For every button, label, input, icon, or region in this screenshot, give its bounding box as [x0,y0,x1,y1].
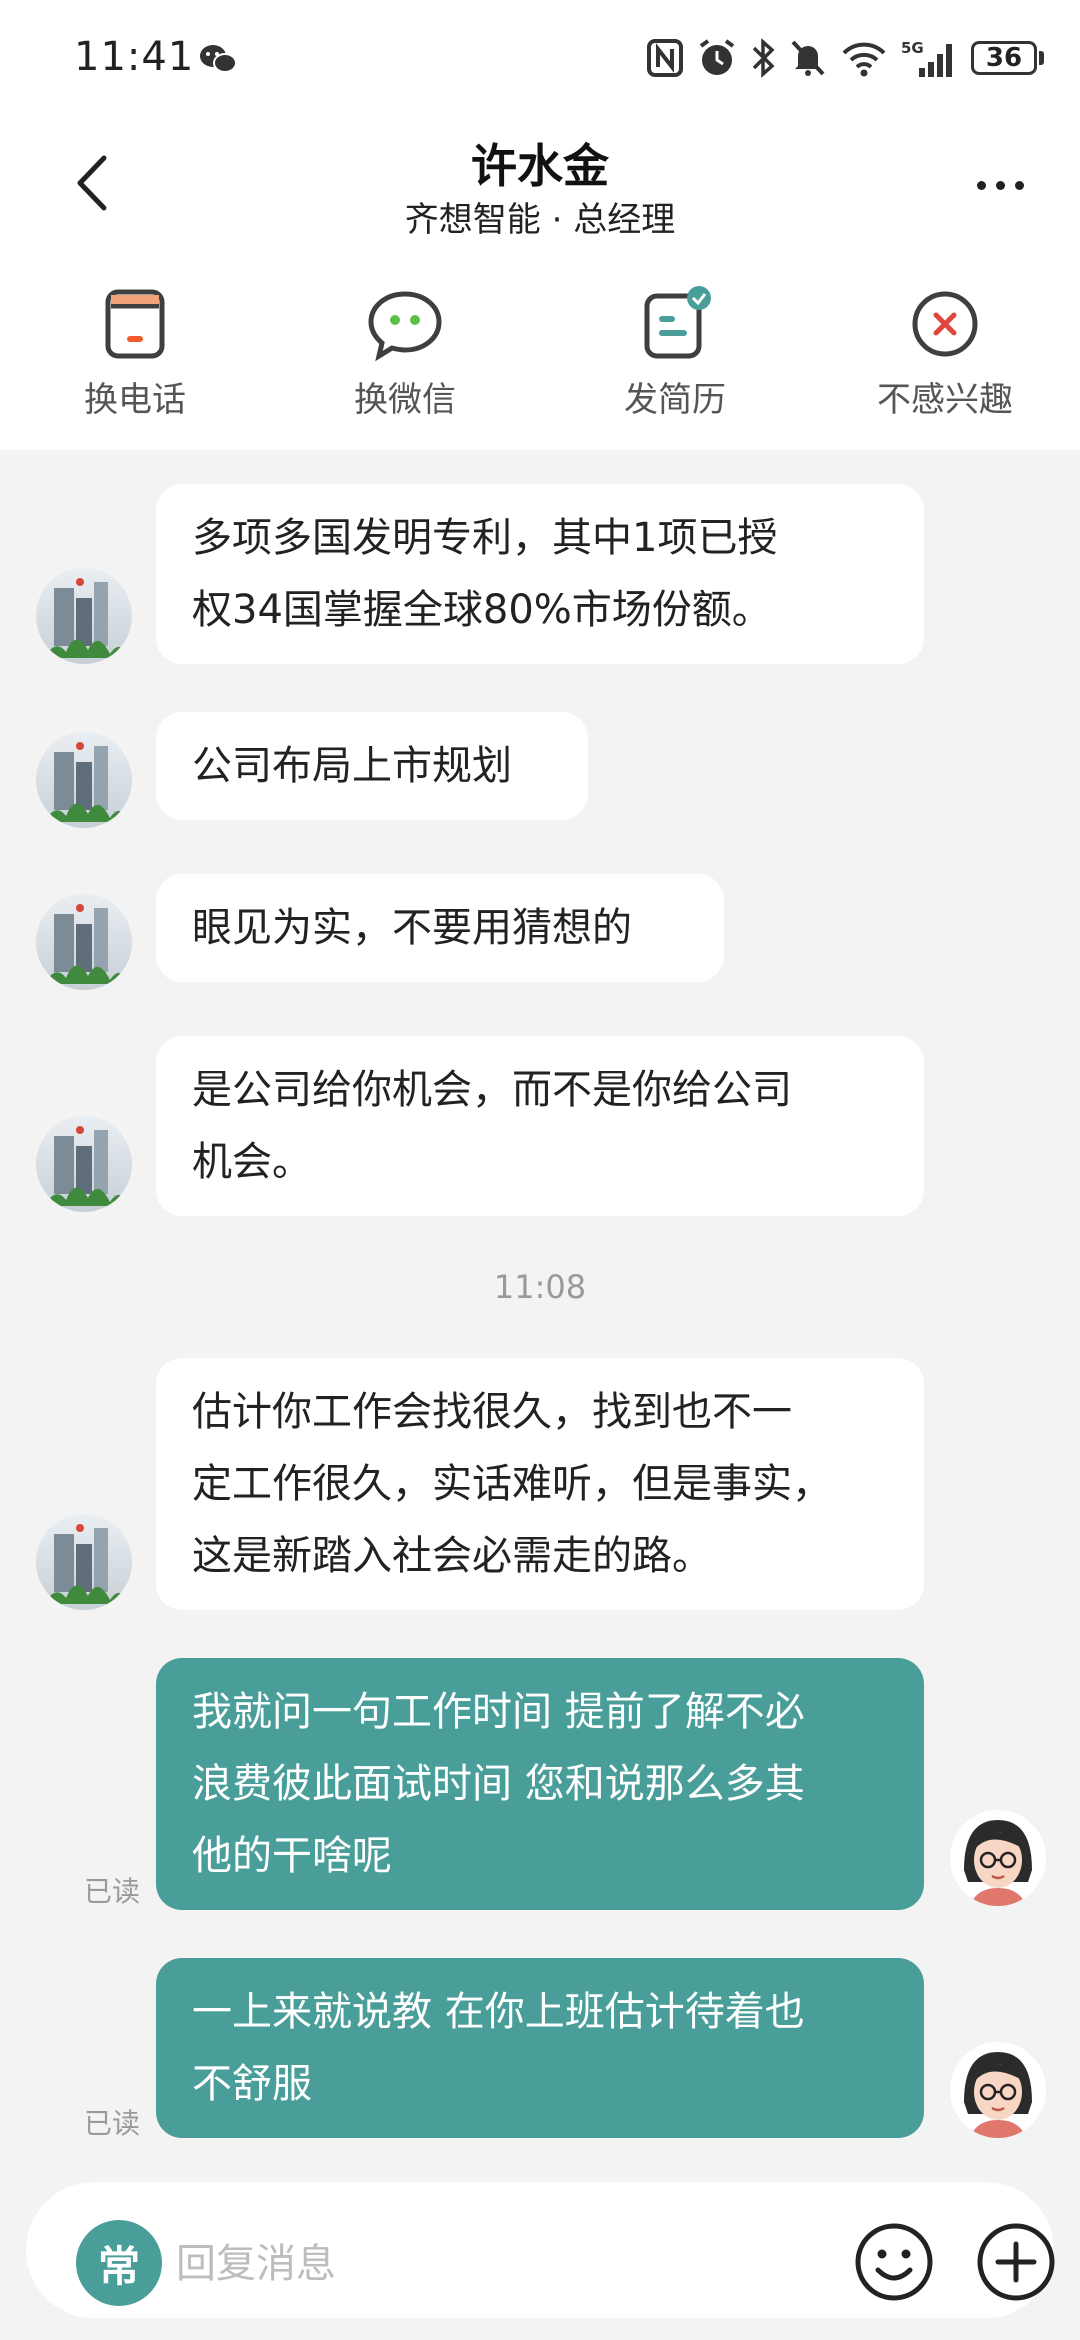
not-interested-button[interactable]: 不感兴趣 [810,280,1080,450]
more-options-icon[interactable] [960,160,1040,210]
status-bar: 11:41 5G 36 [0,0,1080,120]
not-interested-icon [912,291,978,357]
my-avatar[interactable] [950,1810,1046,1906]
wifi-icon [842,42,886,77]
resume-icon [644,286,711,359]
emoji-icon[interactable] [852,2220,936,2304]
contact-avatar[interactable] [36,568,132,664]
common-phrases-button[interactable]: 常 [76,2220,162,2306]
contact-message-bubble: 多项多国发明专利，其中1项已授 权34国掌握全球80%市场份额。 [156,484,924,664]
chat-area[interactable]: 多项多国发明专利，其中1项已授 权34国掌握全球80%市场份额。 公司布局上市规… [0,450,1080,2150]
contact-avatar[interactable] [36,1514,132,1610]
message-text-line: 估计你工作会找很久，找到也不一 [192,1389,792,1435]
alarm-icon [699,39,735,75]
message-text-line: 这是新踏入社会必需走的路。 [192,1533,712,1579]
send-resume-label: 发简历 [624,380,726,420]
action-bar: 换电话 换微信 发简历 不感兴趣 [0,280,1080,450]
message-text-line: 公司布局上市规划 [192,743,512,789]
contact-message-bubble: 公司布局上市规划 [156,712,588,820]
contact-avatar[interactable] [36,1116,132,1212]
message-text-line: 浪费彼此面试时间 您和说那么多其 [192,1761,805,1807]
not-interested-label: 不感兴趣 [877,380,1013,420]
status-icons: 5G 36 [647,34,1044,82]
signal-icon: 5G [901,39,952,77]
message-text-line: 他的干啥呢 [192,1833,392,1879]
network-label: 5G [901,39,924,57]
bluetooth-icon [752,38,775,78]
contact-name: 许水金 [471,139,609,193]
message-text-line: 机会。 [192,1139,312,1185]
battery-level: 36 [971,41,1037,75]
message-text-line: 一上来就说教 在你上班估计待着也 [192,1989,805,2035]
my-message-bubble: 我就问一句工作时间 提前了解不必 浪费彼此面试时间 您和说那么多其 他的干啥呢 [156,1658,924,1910]
message-text-line: 不舒服 [192,2061,312,2107]
message-timestamp: 11:08 [493,1268,587,1306]
swap-phone-button[interactable]: 换电话 [0,280,270,450]
swap-phone-label: 换电话 [84,380,186,420]
swap-wechat-button[interactable]: 换微信 [270,280,540,450]
message-text-line: 多项多国发明专利，其中1项已授 [192,515,778,561]
input-pill: 常 [26,2182,1055,2318]
mute-icon [791,40,825,76]
phone-card-icon [105,289,165,359]
nfc-icon [647,39,683,77]
plus-icon[interactable] [974,2220,1058,2304]
contact-subtitle: 齐想智能 · 总经理 [404,200,676,240]
contact-avatar[interactable] [36,732,132,828]
read-status: 已读 [84,2107,141,2140]
message-text-line: 定工作很久，实话难听，但是事实， [192,1461,832,1507]
contact-message-bubble: 估计你工作会找很久，找到也不一 定工作很久，实话难听，但是事实， 这是新踏入社会… [156,1358,924,1610]
message-text-line: 眼见为实，不要用猜想的 [192,905,632,951]
read-status: 已读 [84,1875,141,1908]
chat-header: 许水金 齐想智能 · 总经理 [0,120,1080,280]
my-avatar[interactable] [950,2042,1046,2138]
message-text-line: 权34国掌握全球80%市场份额。 [192,587,772,633]
my-message-bubble: 一上来就说教 在你上班估计待着也 不舒服 [156,1958,924,2138]
message-text-line: 我就问一句工作时间 提前了解不必 [192,1689,805,1735]
battery-icon: 36 [971,41,1044,75]
contact-message-bubble: 眼见为实，不要用猜想的 [156,874,724,982]
send-resume-button[interactable]: 发简历 [540,280,810,450]
input-bar: 常 [0,2160,1080,2340]
wechat-icon [200,45,237,73]
message-text-line: 是公司给你机会，而不是你给公司 [192,1067,792,1113]
wechat-bubble-icon [368,291,442,362]
contact-avatar[interactable] [36,894,132,990]
swap-wechat-label: 换微信 [354,380,456,420]
status-time: 11:41 [74,34,195,80]
reply-input[interactable] [174,2230,818,2298]
contact-message-bubble: 是公司给你机会，而不是你给公司 机会。 [156,1036,924,1216]
